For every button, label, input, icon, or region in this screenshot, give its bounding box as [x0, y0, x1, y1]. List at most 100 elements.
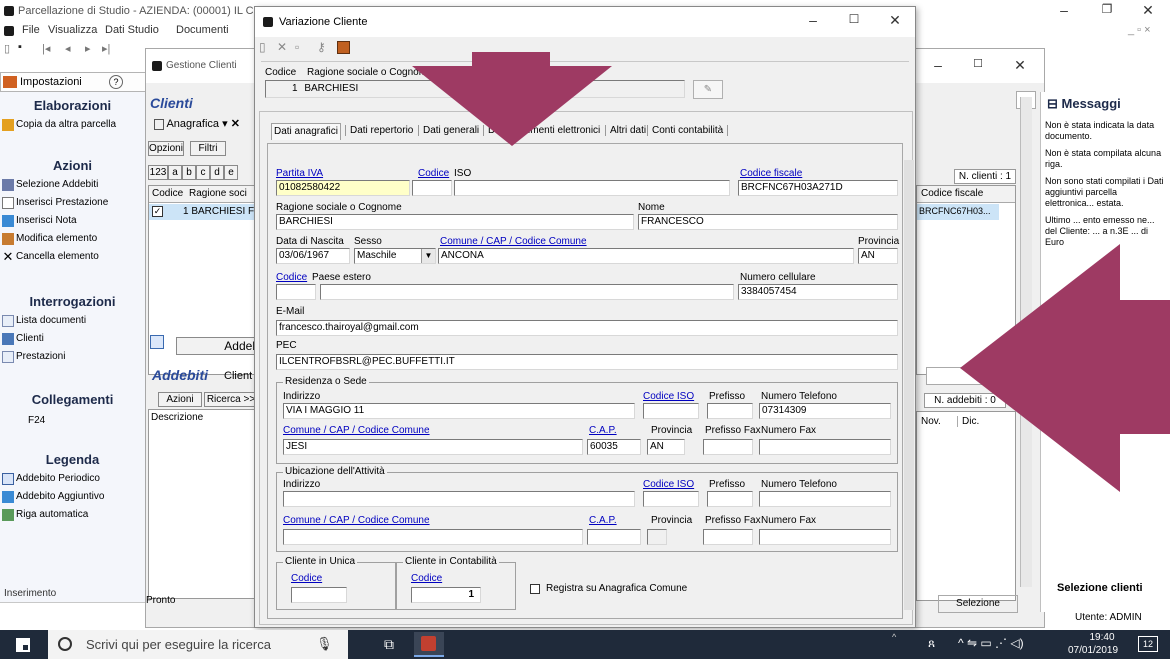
- nav-prev-icon[interactable]: ◂: [65, 42, 71, 55]
- tab-dati-anagrafici[interactable]: Dati anagrafici: [271, 123, 341, 140]
- taskbar-app-parcellazione[interactable]: [414, 632, 444, 657]
- notification-icon[interactable]: 12: [1138, 636, 1158, 652]
- codice-fiscale-field[interactable]: BRCFNC67H03A271D: [738, 180, 898, 196]
- col-ragione[interactable]: Ragione soci: [189, 186, 247, 202]
- cf-row-value[interactable]: BRCFNC67H03...: [917, 204, 999, 220]
- tab-dati-documenti-elettronici[interactable]: Dati documenti elettronici: [483, 125, 600, 136]
- contab-codice-field[interactable]: 1: [411, 587, 481, 603]
- calculator-icon[interactable]: [337, 41, 350, 54]
- ubi-codice-iso-field[interactable]: [643, 491, 699, 507]
- sidebar-item-selezione-addebiti[interactable]: Selezione Addebiti: [0, 176, 145, 194]
- unica-codice-field[interactable]: [291, 587, 347, 603]
- gestione-minimize-icon[interactable]: –: [926, 57, 950, 73]
- codice-iso-link[interactable]: Codice: [418, 168, 449, 179]
- tab-dati-repertorio[interactable]: Dati repertorio: [345, 125, 413, 136]
- ricerca-button[interactable]: Ricerca >>: [204, 392, 258, 407]
- col-codice-fiscale[interactable]: Codice fiscale: [917, 186, 1015, 203]
- alpha-a[interactable]: a: [168, 165, 182, 180]
- cap-field[interactable]: 60035: [587, 439, 641, 455]
- form-scrollbar[interactable]: [904, 160, 914, 610]
- sidebar-item-modifica[interactable]: Modifica elemento: [0, 230, 145, 248]
- menu-dati-studio[interactable]: Dati Studio: [105, 24, 159, 36]
- codice-paese-estero-field[interactable]: [276, 284, 316, 300]
- ubi-prefisso-field[interactable]: [707, 491, 753, 507]
- codice-fiscale-label[interactable]: Codice fiscale: [740, 168, 802, 179]
- email-field[interactable]: francesco.thairoyal@gmail.com: [276, 320, 898, 336]
- iso-field[interactable]: [454, 180, 730, 196]
- sidebar-item-inserisci-nota[interactable]: Inserisci Nota: [0, 212, 145, 230]
- prefisso-fax-field[interactable]: [703, 439, 753, 455]
- sidebar-item-clienti[interactable]: Clienti: [0, 330, 145, 348]
- pec-field[interactable]: ILCENTROFBSRL@PEC.BUFFETTI.IT: [276, 354, 898, 370]
- col-descrizione[interactable]: Descrizione: [151, 412, 203, 423]
- alpha-c[interactable]: c: [196, 165, 210, 180]
- col-dic[interactable]: Dic.: [957, 416, 979, 427]
- alpha-123[interactable]: 123: [148, 165, 168, 180]
- mdi-restore-icon[interactable]: _ ▫ ×: [1128, 24, 1151, 36]
- ragione-sociale-field[interactable]: BARCHIESI: [276, 214, 634, 230]
- gestione-scrollbar[interactable]: [1020, 97, 1032, 587]
- comune-res-field[interactable]: JESI: [283, 439, 583, 455]
- cellulare-field[interactable]: 3384057454: [738, 284, 898, 300]
- dialog-maximize-icon[interactable]: ☐: [842, 12, 866, 26]
- sidebar-item-cancella[interactable]: ✕ Cancella elemento: [0, 248, 145, 266]
- nav-last-icon[interactable]: ▸|: [102, 42, 110, 55]
- search-box[interactable]: Scrivi qui per eseguire la ricerca 🎙: [48, 630, 348, 659]
- tab-dati-generali[interactable]: Dati generali: [418, 125, 479, 136]
- message-item[interactable]: Non sono stati compilati i Dati aggiunti…: [1045, 176, 1165, 209]
- unica-codice-label[interactable]: Codice: [291, 573, 322, 584]
- maximize-icon[interactable]: ❐: [1095, 2, 1119, 16]
- nav-first-icon[interactable]: |◂: [42, 42, 50, 55]
- codice-iso-res-field[interactable]: [643, 403, 699, 419]
- table-row[interactable]: ✓ 1 BARCHIESI F: [149, 204, 257, 220]
- sidebar-item-copia[interactable]: Copia da altra parcella: [0, 116, 145, 134]
- message-item[interactable]: Non è stata compilata alcuna riga.: [1045, 148, 1165, 170]
- registra-checkbox[interactable]: [530, 584, 540, 594]
- ubi-cap-field[interactable]: [587, 529, 641, 545]
- delete-record-icon[interactable]: ✕: [277, 40, 287, 54]
- provincia-res-field[interactable]: AN: [647, 439, 685, 455]
- save-record-icon[interactable]: ▫: [295, 40, 299, 54]
- ubi-prefisso-fax-field[interactable]: [703, 529, 753, 545]
- alpha-e[interactable]: e: [224, 165, 238, 180]
- ubi-comune-field[interactable]: [283, 529, 583, 545]
- menu-documenti[interactable]: Documenti: [176, 24, 229, 36]
- impostazioni-tab[interactable]: Impostazioni ?: [0, 72, 146, 92]
- minimize-icon[interactable]: –: [1052, 2, 1076, 18]
- alpha-b[interactable]: b: [182, 165, 196, 180]
- partita-iva-label[interactable]: Partita IVA: [276, 168, 323, 179]
- row-checkbox[interactable]: ✓: [152, 206, 163, 217]
- partita-iva-field[interactable]: 01082580422: [276, 180, 410, 196]
- close-icon[interactable]: ✕: [1136, 2, 1160, 19]
- tab-altri-dati[interactable]: Altri dati: [605, 125, 646, 136]
- paese-estero-field[interactable]: [320, 284, 734, 300]
- menu-file[interactable]: File: [22, 24, 40, 36]
- sidebar-item-inserisci-prestazione[interactable]: Inserisci Prestazione: [0, 194, 145, 212]
- help-icon[interactable]: ?: [109, 75, 123, 89]
- prefisso-field[interactable]: [707, 403, 753, 419]
- contab-codice-label[interactable]: Codice: [411, 573, 442, 584]
- indirizzo-field[interactable]: VIA I MAGGIO 11: [283, 403, 635, 419]
- numero-fax-field[interactable]: [759, 439, 891, 455]
- codice2-label[interactable]: Codice: [276, 272, 307, 283]
- task-view-icon[interactable]: ⧉: [384, 636, 394, 653]
- start-button[interactable]: [0, 630, 48, 659]
- sidebar-item-lista-documenti[interactable]: Lista documenti: [0, 312, 145, 330]
- comune-cap-field[interactable]: ANCONA: [438, 248, 854, 264]
- sesso-dropdown-icon[interactable]: ▼: [421, 249, 435, 263]
- tab-conti-contabilita[interactable]: Conti contabilità: [647, 125, 729, 136]
- dialog-minimize-icon[interactable]: –: [801, 12, 825, 28]
- comune-label[interactable]: Comune / CAP / Codice Comune: [440, 236, 587, 247]
- azioni-button[interactable]: Azioni: [158, 392, 202, 407]
- codice-paese-field[interactable]: [412, 180, 452, 196]
- data-nascita-field[interactable]: 03/06/1967: [276, 248, 350, 264]
- message-item[interactable]: Non è stata indicata la data documento.: [1045, 120, 1165, 142]
- new-icon[interactable]: ▯: [259, 40, 266, 54]
- microphone-icon[interactable]: 🎙: [316, 636, 333, 652]
- sidebar-item-prestazioni[interactable]: Prestazioni: [0, 348, 145, 366]
- codice-iso-res-label[interactable]: Codice ISO: [643, 391, 694, 402]
- scroll-up-icon[interactable]: ^: [892, 632, 896, 642]
- ubi-provincia-field[interactable]: [647, 529, 667, 545]
- alpha-d[interactable]: d: [210, 165, 224, 180]
- addeb-button[interactable]: Addeb: [176, 337, 266, 355]
